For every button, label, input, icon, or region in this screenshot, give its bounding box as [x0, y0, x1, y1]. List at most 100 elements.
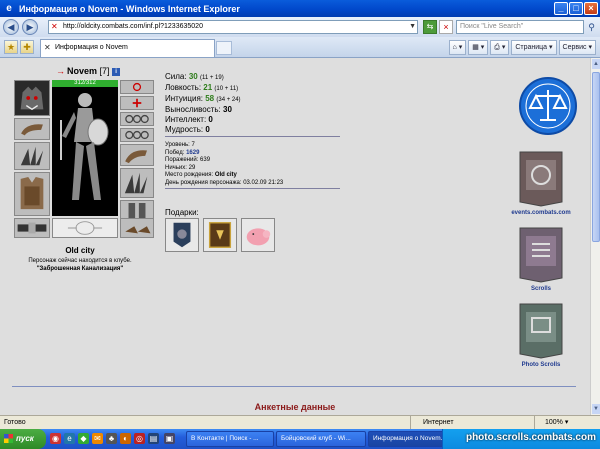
- quicklaunch-icon[interactable]: ♣: [106, 433, 117, 444]
- scroll-thumb[interactable]: [592, 72, 600, 242]
- info-value: 29: [188, 164, 196, 171]
- stat-row: Мудрость: 0: [165, 125, 241, 135]
- stat-label: Мудрость:: [165, 125, 204, 134]
- photo-scrolls-link[interactable]: Photo Scrolls: [506, 362, 576, 368]
- status-bar: Готово Интернет 100% ▾: [0, 415, 600, 429]
- emblem-slot[interactable]: [52, 218, 118, 238]
- taskbar-item[interactable]: В Контакте | Поиск - ...: [186, 431, 274, 447]
- divider: [165, 136, 340, 137]
- feet-slot[interactable]: [120, 218, 154, 238]
- rings-slot-1[interactable]: [120, 112, 154, 126]
- city-name: Old city: [65, 246, 95, 255]
- forward-button[interactable]: ▶: [22, 19, 38, 35]
- info-row: Место рождения: Old city: [165, 172, 283, 180]
- address-input[interactable]: ✕ http://oldcity.combats.com/inf.pl?1233…: [48, 20, 418, 34]
- taskbar-item-active[interactable]: Информация о Novem...: [368, 431, 444, 447]
- info-label: День рождения персонажа:: [165, 179, 242, 186]
- quicklaunch-icon[interactable]: ▤: [148, 433, 159, 444]
- rings-slot-2[interactable]: [120, 128, 154, 142]
- club-name: "Заброшенная Канализация": [36, 266, 124, 272]
- home-icon[interactable]: ⌂ ▾: [448, 40, 467, 55]
- window-title-bar[interactable]: e Информация о Novem - Windows Internet …: [0, 0, 600, 17]
- rune-slot[interactable]: [120, 96, 154, 110]
- taskbar-item[interactable]: Бойцовский клуб - Wi...: [276, 431, 366, 447]
- go-button[interactable]: ⇆: [423, 20, 437, 34]
- gloves-slot[interactable]: [120, 144, 154, 166]
- photo-scrolls-banner[interactable]: Photo Scrolls: [506, 302, 576, 368]
- offhand-weapon-slot[interactable]: [120, 168, 154, 198]
- bracer-icon: [21, 124, 43, 136]
- system-tray: photo.scrolls.combats.com: [442, 429, 600, 449]
- tab-page-icon: ✕: [44, 43, 51, 52]
- vertical-scrollbar[interactable]: ▲ ▼: [590, 58, 600, 415]
- stats-list: Сила: 30 (11 + 19) Ловкость: 21 (10 + 11…: [165, 72, 241, 135]
- quicklaunch-icon[interactable]: ✉: [92, 433, 103, 444]
- gift-item[interactable]: [241, 218, 275, 252]
- cross-rune-icon: [132, 98, 142, 108]
- scrolls-banner[interactable]: Scrolls: [506, 226, 576, 292]
- quicklaunch-icon[interactable]: ▣: [164, 433, 175, 444]
- print-icon[interactable]: ⎙ ▾: [490, 40, 510, 55]
- character-image[interactable]: [52, 80, 118, 216]
- stat-extra: (34 + 24): [216, 97, 241, 103]
- helmet-slot[interactable]: [14, 80, 50, 116]
- info-label: Ничьих:: [165, 164, 187, 171]
- service-menu-button[interactable]: Сервис ▾: [558, 40, 596, 55]
- search-icon[interactable]: ⚲: [585, 20, 598, 34]
- bracer-slot[interactable]: [14, 118, 50, 140]
- quicklaunch-icon[interactable]: ◐: [120, 433, 131, 444]
- scroll-up-icon[interactable]: ▲: [592, 59, 600, 69]
- maximize-button[interactable]: □: [569, 2, 583, 15]
- club-status: Персонаж сейчас находится в клубе.: [28, 258, 132, 264]
- info-row: Поражений: 639: [165, 157, 283, 165]
- tab-active[interactable]: ✕ Информация о Novem: [40, 39, 215, 57]
- search-input[interactable]: Поиск "Live Search": [456, 20, 584, 34]
- wolf-helmet-icon: [20, 86, 44, 111]
- feeds-icon[interactable]: ▦ ▾: [468, 40, 489, 55]
- close-button[interactable]: ×: [584, 2, 598, 15]
- zoom-level: 100%: [545, 419, 563, 426]
- amulet-slot[interactable]: [120, 80, 154, 94]
- armor-slot[interactable]: [14, 172, 50, 216]
- info-badge[interactable]: i: [112, 67, 121, 76]
- scrolls-banner-icon: [519, 227, 563, 283]
- alignment-badge[interactable]: [518, 76, 578, 138]
- character-name[interactable]: Novem: [67, 66, 97, 76]
- address-url: http://oldcity.combats.com/inf.pl?123363…: [63, 23, 203, 30]
- events-link[interactable]: events.combats.com: [506, 210, 576, 216]
- character-level: [7]: [99, 66, 110, 76]
- section-title: Анкетные данные: [254, 402, 336, 412]
- quicklaunch-icon[interactable]: ◎: [134, 433, 145, 444]
- belt-icon: [17, 222, 47, 234]
- scrolls-link[interactable]: Scrolls: [506, 286, 576, 292]
- banner-gift-icon: [173, 222, 191, 248]
- armor-icon: [20, 177, 44, 210]
- belt-slot[interactable]: [14, 218, 50, 238]
- events-banner[interactable]: events.combats.com: [506, 150, 576, 216]
- scroll-down-icon[interactable]: ▼: [592, 404, 600, 414]
- weapon-slot[interactable]: [14, 142, 50, 170]
- quicklaunch-icon[interactable]: ◉: [50, 433, 61, 444]
- gift-item[interactable]: [165, 218, 199, 252]
- stat-value: 0: [205, 125, 210, 134]
- info-list: Уровень: 7 Побед: 1629 Поражений: 639 Ни…: [165, 142, 283, 187]
- page-menu-button[interactable]: Страница ▾: [511, 40, 557, 55]
- stat-label: Интуиция:: [165, 94, 203, 103]
- zoom-control[interactable]: 100% ▾: [534, 416, 600, 429]
- address-dropdown-icon[interactable]: ▼: [409, 21, 416, 33]
- new-tab-button[interactable]: [216, 41, 232, 55]
- page-menu-label: Страница: [515, 44, 548, 51]
- stop-button[interactable]: ×: [439, 20, 453, 34]
- quicklaunch-icon[interactable]: ◆: [78, 433, 89, 444]
- back-button[interactable]: ◀: [3, 19, 19, 35]
- quicklaunch-icon[interactable]: e: [64, 433, 75, 444]
- add-favorites-icon[interactable]: ✚: [20, 40, 34, 54]
- stat-value: 58: [205, 94, 215, 103]
- character-name-line: → Novem [7] i: [56, 66, 121, 76]
- minimize-button[interactable]: _: [554, 2, 568, 15]
- start-button[interactable]: пуск: [0, 429, 46, 449]
- favorites-star-icon[interactable]: ★: [4, 40, 18, 54]
- stat-label: Интеллект:: [165, 115, 207, 124]
- gift-item[interactable]: [203, 218, 237, 252]
- page-icon: ✕: [51, 22, 58, 31]
